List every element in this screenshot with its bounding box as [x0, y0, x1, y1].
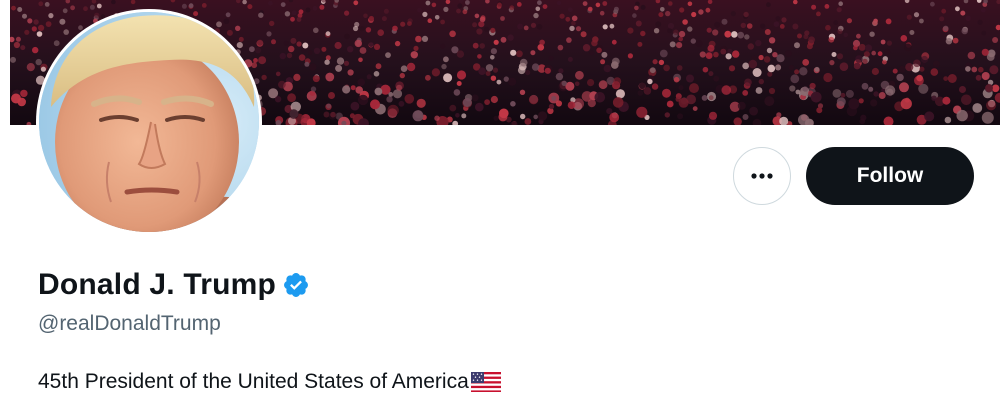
- more-horizontal-icon: [751, 173, 773, 179]
- display-name: Donald J. Trump: [38, 268, 277, 301]
- profile-bio: 45th President of the United States of A…: [38, 370, 501, 394]
- more-options-button[interactable]: [733, 147, 791, 205]
- bio-text: 45th President of the United States of A…: [38, 370, 469, 393]
- profile-name-row: Donald J. Trump: [38, 268, 310, 302]
- verified-badge-icon[interactable]: [282, 271, 310, 299]
- us-flag-icon: [470, 372, 501, 392]
- follow-button[interactable]: Follow: [806, 147, 974, 205]
- profile-handle: @realDonaldTrump: [38, 312, 221, 335]
- profile-avatar[interactable]: [36, 9, 262, 235]
- follow-button-label: Follow: [856, 164, 924, 187]
- page-gutter: [0, 0, 10, 419]
